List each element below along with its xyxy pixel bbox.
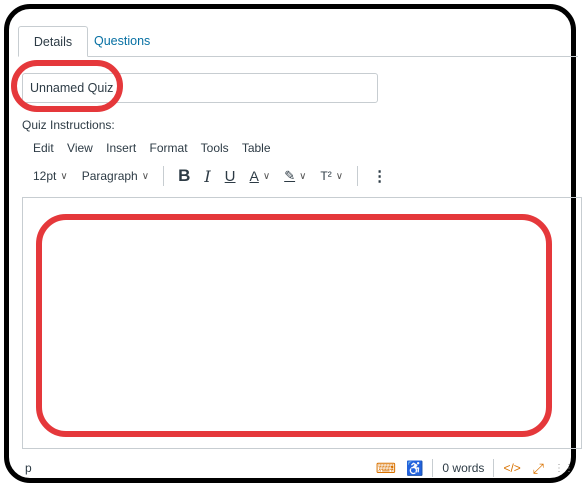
accessibility-checker-icon[interactable]: ♿ (406, 460, 423, 477)
editor-statusbar: p ⌨ ♿ 0 words </> ⤢ ⋮⋮ (22, 455, 582, 479)
font-size-value: 12pt (33, 169, 57, 183)
menu-format[interactable]: Format (150, 141, 188, 155)
text-color-icon: A (249, 168, 259, 184)
bold-button[interactable]: B (178, 166, 190, 186)
more-options-button[interactable]: ⋮ (372, 167, 387, 185)
menu-table[interactable]: Table (242, 141, 271, 155)
text-color-button[interactable]: A ∨ (250, 168, 271, 184)
chevron-down-icon: ∨ (141, 170, 150, 182)
element-path: p (25, 461, 32, 475)
menu-tools[interactable]: Tools (201, 141, 229, 155)
superscript-button[interactable]: T² ∨ (320, 169, 343, 183)
status-divider (493, 459, 495, 477)
status-divider (432, 459, 434, 477)
fullscreen-icon[interactable]: ⤢ (533, 460, 544, 477)
underline-icon: U (224, 167, 236, 185)
font-size-dropdown[interactable]: 12pt ∨ (33, 169, 68, 183)
quiz-instructions-label: Quiz Instructions: (22, 118, 115, 132)
superscript-icon: T² (320, 169, 332, 183)
quiz-title-input[interactable]: Unnamed Quiz (22, 73, 378, 103)
word-count: 0 words (442, 461, 485, 475)
highlight-button[interactable]: ✎ ∨ (284, 168, 306, 184)
statusbar-actions: ⌨ ♿ 0 words </> ⤢ ⋮⋮ (376, 458, 574, 478)
resize-handle-icon[interactable]: ⋮⋮ (554, 463, 574, 474)
highlight-icon: ✎ (284, 168, 296, 183)
chevron-down-icon: ∨ (299, 170, 307, 182)
toolbar-divider (163, 166, 165, 186)
block-format-value: Paragraph (81, 169, 138, 183)
quiz-tabs: Details Questions (18, 26, 578, 57)
underline-button[interactable]: U (225, 168, 236, 185)
bold-icon: B (178, 166, 191, 185)
italic-button[interactable]: I (204, 167, 210, 186)
menu-insert[interactable]: Insert (106, 141, 136, 155)
editor-menubar: Edit View Insert Format Tools Table (33, 141, 281, 155)
tab-questions[interactable]: Questions (94, 26, 150, 56)
editor-toolbar: 12pt ∨ Paragraph ∨ B I U A ∨ ✎ ∨ T² ∨ ⋮ (33, 165, 401, 187)
block-format-dropdown[interactable]: Paragraph ∨ (82, 169, 149, 183)
keyboard-shortcuts-icon[interactable]: ⌨ (376, 460, 396, 477)
tab-details[interactable]: Details (18, 26, 88, 57)
menu-view[interactable]: View (67, 141, 93, 155)
chevron-down-icon: ∨ (335, 170, 344, 182)
chevron-down-icon: ∨ (262, 170, 271, 182)
menu-edit[interactable]: Edit (33, 141, 54, 155)
html-editor-toggle[interactable]: </> (503, 461, 520, 475)
chevron-down-icon: ∨ (60, 170, 68, 182)
toolbar-divider (357, 166, 359, 186)
rich-text-editor-area[interactable] (22, 197, 582, 449)
more-vertical-icon: ⋮ (372, 168, 388, 185)
italic-icon: I (204, 166, 211, 186)
